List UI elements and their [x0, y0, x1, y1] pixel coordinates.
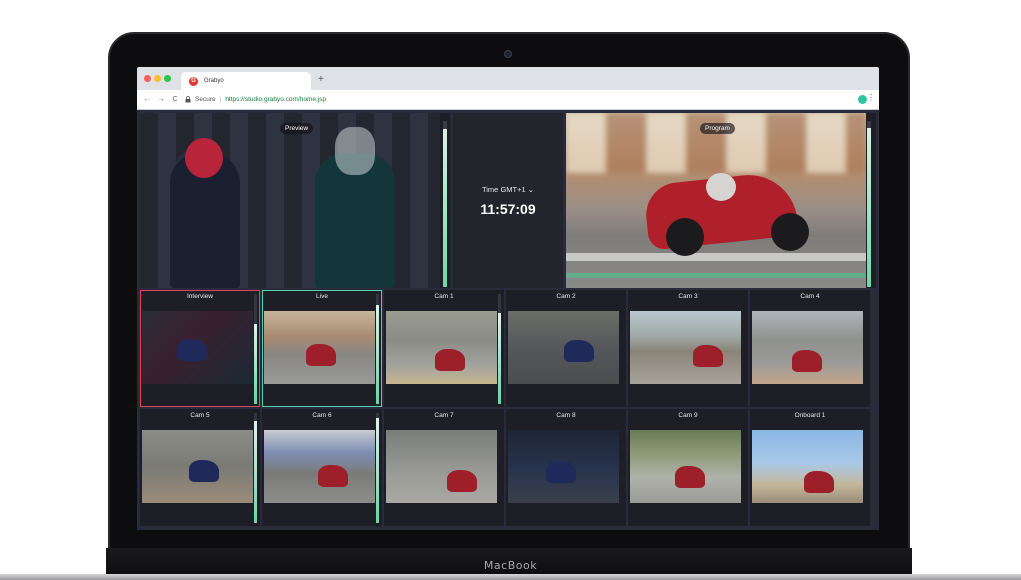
source-video: [386, 311, 497, 384]
browser-tab[interactable]: G Grabyo: [181, 72, 311, 90]
source-tile[interactable]: Cam 2: [506, 290, 626, 407]
forward-icon[interactable]: →: [157, 96, 165, 103]
source-audio-meter: [498, 313, 501, 404]
new-tab-button[interactable]: +: [318, 74, 324, 85]
source-video: [508, 430, 619, 503]
laptop-hinge: [0, 574, 1021, 580]
source-audio-meter: [376, 305, 379, 404]
source-label: Cam 8: [556, 412, 576, 419]
source-audio-meter: [254, 421, 257, 523]
studio-app: Preview Time GMT+1 ⌄ 11:57:09 Program In…: [137, 110, 879, 530]
source-tile[interactable]: Cam 1: [384, 290, 504, 407]
preview-monitor[interactable]: Preview: [140, 113, 450, 288]
source-tile[interactable]: Cam 3: [628, 290, 748, 407]
program-label: Program: [700, 123, 735, 134]
url-separator: |: [219, 96, 222, 103]
source-video: [752, 311, 863, 384]
preview-video: [140, 113, 440, 288]
preview-label: Preview: [280, 123, 314, 134]
secure-label: Secure: [195, 96, 216, 103]
source-label: Cam 9: [678, 412, 698, 419]
reload-icon[interactable]: C: [171, 96, 179, 103]
address-bar[interactable]: Secure | https://studio.grabyo.com/home.…: [185, 96, 326, 103]
lock-icon: [185, 96, 191, 103]
source-audio-meter: [254, 324, 257, 404]
source-video: [264, 430, 375, 503]
url-text[interactable]: https://studio.grabyo.com/home.jsp: [225, 96, 326, 103]
browser-toolbar: ← → C Secure | https://studio.grabyo.com…: [137, 90, 879, 110]
source-audio-meter: [376, 418, 379, 523]
minimize-window-button[interactable]: [154, 75, 161, 82]
timezone-value: GMT+1: [500, 185, 526, 194]
browser-menu-icon[interactable]: ⋮: [867, 93, 875, 102]
device-label: MacBook: [483, 559, 538, 572]
program-monitor[interactable]: Program: [566, 113, 876, 288]
source-label: Cam 2: [556, 293, 576, 300]
chevron-down-icon: ⌄: [527, 185, 535, 194]
source-video: [142, 430, 253, 503]
source-tile[interactable]: Cam 8: [506, 409, 626, 526]
timezone-selector[interactable]: Time GMT+1 ⌄: [453, 185, 563, 194]
source-tile[interactable]: Onboard 1: [750, 409, 870, 526]
preview-audio-meter: [443, 129, 447, 287]
source-tile[interactable]: Cam 7: [384, 409, 504, 526]
source-label: Cam 3: [678, 293, 698, 300]
program-audio-meter: [867, 128, 871, 287]
source-tile[interactable]: Interview: [140, 290, 260, 407]
webcam: [504, 50, 512, 58]
source-label: Cam 6: [312, 412, 332, 419]
profile-avatar[interactable]: [858, 95, 867, 104]
browser-window: G Grabyo + ← → C Secure | https://studio…: [137, 67, 879, 110]
source-video: [630, 311, 741, 384]
source-label: Cam 1: [434, 293, 454, 300]
source-video: [508, 311, 619, 384]
timezone-label: Time: [481, 185, 499, 194]
source-video: [386, 430, 497, 503]
source-tile[interactable]: Cam 9: [628, 409, 748, 526]
maximize-window-button[interactable]: [164, 75, 171, 82]
source-label: Interview: [186, 293, 213, 300]
clock-panel: Time GMT+1 ⌄ 11:57:09: [453, 113, 563, 288]
source-video: [142, 311, 253, 384]
source-label: Cam 7: [434, 412, 454, 419]
clock-time: 11:57:09: [480, 201, 536, 217]
source-video: [752, 430, 863, 503]
program-video: [566, 113, 866, 288]
source-label: Cam 4: [800, 293, 820, 300]
source-tile[interactable]: Cam 4: [750, 290, 870, 407]
close-window-button[interactable]: [144, 75, 151, 82]
source-label: Live: [316, 293, 328, 300]
source-video: [264, 311, 375, 384]
source-label: Cam 5: [190, 412, 210, 419]
source-video: [630, 430, 741, 503]
grabyo-favicon-icon: G: [189, 76, 198, 86]
back-icon[interactable]: ←: [143, 96, 151, 103]
source-tile[interactable]: Cam 5: [140, 409, 260, 526]
source-tile[interactable]: Live: [262, 290, 382, 407]
source-label: Onboard 1: [794, 412, 826, 419]
tab-title: Grabyo: [204, 78, 224, 84]
source-tile[interactable]: Cam 6: [262, 409, 382, 526]
